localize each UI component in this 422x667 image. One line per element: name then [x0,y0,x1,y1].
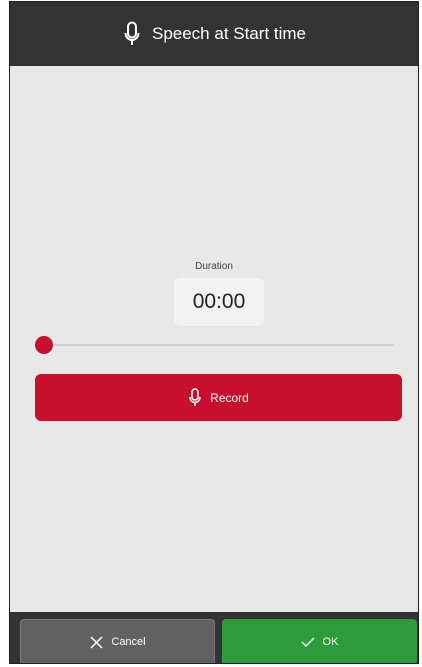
slider-thumb[interactable] [35,336,53,354]
close-icon [89,635,103,649]
duration-value: 00:00 [192,290,246,313]
duration-label: Duration [195,261,233,272]
ok-label: OK [322,636,339,648]
check-icon [301,635,315,649]
cancel-button[interactable]: Cancel [20,619,215,663]
dialog-header: Speech at Start time [10,2,418,66]
speech-dialog: Speech at Start time Duration 00:00 Reco… [9,1,419,664]
record-button[interactable]: Record [35,374,402,421]
ok-button[interactable]: OK [222,619,417,663]
microphone-icon [122,20,142,48]
duration-display: 00:00 [174,278,264,326]
record-label: Record [210,390,249,405]
cancel-label: Cancel [111,636,146,648]
slider-track [35,344,394,346]
dialog-title: Speech at Start time [151,24,307,43]
duration-slider[interactable] [35,335,394,355]
microphone-icon [188,388,202,408]
